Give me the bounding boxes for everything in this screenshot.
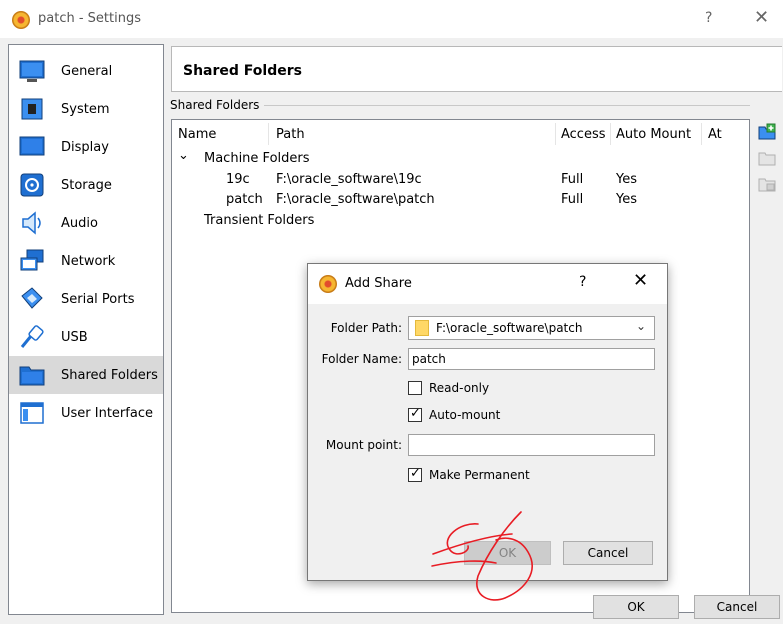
sidebar-item-usb[interactable]: USB — [9, 318, 163, 356]
page-title: Shared Folders — [183, 63, 302, 79]
sidebar-item-label: Storage — [61, 178, 112, 193]
checkbox-box[interactable]: ✓ — [408, 406, 422, 422]
column-header-path[interactable]: Path — [276, 127, 305, 142]
help-button[interactable]: ? — [705, 10, 712, 26]
dialog-title-bar: Add Share ? ✕ — [308, 264, 667, 304]
read-only-label: Read-only — [429, 381, 490, 395]
sidebar-item-label: Display — [61, 140, 109, 155]
mount-point-label: Mount point: — [325, 438, 402, 452]
sidebar-item-user-interface[interactable]: User Interface — [9, 394, 163, 432]
group-divider — [264, 105, 750, 106]
row-access: Full — [561, 172, 584, 187]
row-path: F:\oracle_software\patch — [276, 192, 435, 207]
sidebar-item-label: General — [61, 64, 113, 79]
system-icon — [21, 98, 43, 120]
row-auto-mount: Yes — [616, 192, 637, 207]
row-name: patch — [226, 192, 263, 207]
close-button[interactable]: ✕ — [754, 7, 769, 28]
title-bar: patch - Settings ? ✕ — [0, 0, 783, 38]
folder-icon — [415, 320, 429, 336]
sidebar-item-network[interactable]: Network — [9, 242, 163, 280]
display-icon — [19, 136, 45, 156]
chevron-down-icon[interactable]: ⌄ — [178, 148, 189, 163]
virtualbox-icon — [12, 11, 30, 29]
sidebar-item-audio[interactable]: Audio — [9, 204, 163, 242]
column-header-access[interactable]: Access — [561, 127, 606, 142]
chevron-down-icon[interactable]: ⌄ — [636, 319, 646, 333]
general-icon — [19, 60, 45, 82]
sidebar-item-serial-ports[interactable]: Serial Ports — [9, 280, 163, 318]
shared-folders-icon — [19, 366, 45, 386]
column-header-name[interactable]: Name — [178, 127, 216, 142]
ok-button[interactable]: OK — [593, 595, 679, 619]
folder-name-field[interactable]: patch — [408, 348, 655, 370]
add-share-dialog: Add Share ? ✕ Folder Path: F:\oracle_sof… — [307, 263, 668, 581]
virtualbox-icon — [319, 275, 337, 293]
row-auto-mount: Yes — [616, 172, 637, 187]
dialog-ok-button[interactable]: OK — [464, 541, 551, 565]
sidebar-item-system[interactable]: System — [9, 90, 163, 128]
transient-folders-node[interactable]: Transient Folders — [204, 213, 314, 228]
mount-point-field[interactable] — [408, 434, 655, 456]
dialog-title: Add Share — [345, 276, 412, 291]
sidebar-item-label: USB — [61, 330, 88, 345]
column-separator — [610, 123, 611, 145]
user-interface-icon — [20, 402, 44, 424]
page-header: Shared Folders — [171, 46, 782, 92]
column-separator — [701, 123, 702, 145]
group-label: Shared Folders — [170, 98, 266, 112]
sidebar-item-label: User Interface — [61, 406, 153, 421]
dialog-cancel-button[interactable]: Cancel — [563, 541, 653, 565]
folder-path-label: Folder Path: — [330, 321, 402, 335]
sidebar-item-storage[interactable]: Storage — [9, 166, 163, 204]
network-icon — [20, 249, 44, 271]
machine-folders-node[interactable]: Machine Folders — [204, 151, 310, 166]
sidebar-item-display[interactable]: Display — [9, 128, 163, 166]
dialog-help-button[interactable]: ? — [579, 274, 586, 290]
check-icon: ✓ — [410, 406, 421, 421]
sidebar-item-label: System — [61, 102, 110, 117]
window-title: patch - Settings — [38, 11, 141, 26]
dialog-close-button[interactable]: ✕ — [633, 270, 648, 291]
row-access: Full — [561, 192, 584, 207]
sidebar-item-label: Network — [61, 254, 116, 269]
sidebar-item-general[interactable]: General — [9, 52, 163, 90]
sidebar-item-label: Audio — [61, 216, 98, 231]
check-icon: ✓ — [410, 466, 421, 481]
cancel-button[interactable]: Cancel — [694, 595, 780, 619]
settings-sidebar: General System Display Storage Audio Net… — [8, 44, 164, 615]
folder-path-select[interactable]: F:\oracle_software\patch ⌄ — [408, 316, 655, 340]
storage-icon — [20, 173, 44, 197]
column-header-at[interactable]: At — [708, 127, 722, 142]
remove-folder-icon[interactable] — [758, 175, 776, 193]
audio-icon — [22, 211, 41, 235]
make-permanent-label: Make Permanent — [429, 468, 530, 482]
row-path: F:\oracle_software\19c — [276, 172, 422, 187]
sidebar-item-label: Serial Ports — [61, 292, 135, 307]
sidebar-item-shared-folders[interactable]: Shared Folders — [9, 356, 163, 394]
edit-folder-icon[interactable] — [758, 149, 776, 167]
column-separator — [555, 123, 556, 145]
checkbox-box[interactable]: ✓ — [408, 466, 422, 482]
column-header-auto-mount[interactable]: Auto Mount — [616, 127, 691, 142]
serial-ports-icon — [21, 287, 43, 309]
usb-icon — [20, 325, 44, 348]
row-name: 19c — [226, 172, 250, 187]
checkbox-box[interactable] — [408, 381, 422, 395]
auto-mount-label: Auto-mount — [429, 408, 501, 422]
folder-name-label: Folder Name: — [321, 352, 402, 366]
folder-path-value: F:\oracle_software\patch — [436, 321, 583, 335]
sidebar-item-label: Shared Folders — [61, 368, 158, 383]
column-separator — [268, 123, 269, 145]
add-folder-icon[interactable] — [758, 123, 776, 141]
